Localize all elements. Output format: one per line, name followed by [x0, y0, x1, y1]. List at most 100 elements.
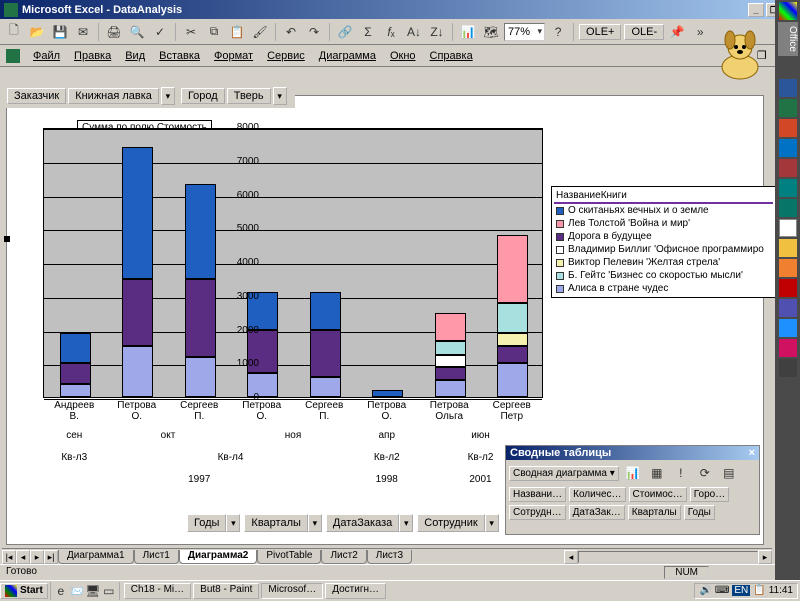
- pivot-settings-icon[interactable]: ▤: [719, 463, 739, 483]
- sort-asc-icon[interactable]: A↓: [404, 22, 424, 42]
- menu-view[interactable]: Вид: [118, 48, 152, 64]
- menu-window[interactable]: Окно: [383, 48, 423, 64]
- outlook-icon[interactable]: [779, 139, 797, 157]
- tray-icon[interactable]: 📋: [753, 585, 765, 596]
- legend-item[interactable]: Виктор Пелевин 'Желтая стрела': [554, 256, 773, 269]
- tools-icon[interactable]: [779, 299, 797, 317]
- new-doc-icon[interactable]: [779, 219, 797, 237]
- zoom-combo[interactable]: 77%: [504, 23, 545, 41]
- filter-years[interactable]: Годы: [187, 514, 226, 532]
- bar-segment[interactable]: [122, 346, 153, 397]
- sort-desc-icon[interactable]: Z↓: [427, 22, 447, 42]
- tray-lang[interactable]: EN: [732, 585, 750, 596]
- link-icon[interactable]: 🔗: [335, 22, 355, 42]
- word-icon[interactable]: [779, 79, 797, 97]
- print-icon[interactable]: 🖨: [104, 22, 124, 42]
- pivot-field[interactable]: Сотрудн…: [509, 505, 566, 520]
- sheet-tab[interactable]: Диаграмма1: [58, 550, 134, 564]
- mail-icon[interactable]: ✉: [73, 22, 93, 42]
- start-button[interactable]: Start: [0, 583, 48, 599]
- bar-segment[interactable]: [435, 313, 466, 342]
- redo-icon[interactable]: ↷: [304, 22, 324, 42]
- photo-icon[interactable]: [779, 259, 797, 277]
- chevron-down-icon[interactable]: ▾: [226, 514, 240, 532]
- bar-segment[interactable]: [372, 390, 403, 397]
- help-icon[interactable]: ?: [548, 22, 568, 42]
- excel-icon[interactable]: [779, 99, 797, 117]
- pivot-field[interactable]: Названи…: [509, 487, 566, 502]
- sheet-tab[interactable]: Лист1: [134, 550, 179, 564]
- new-icon[interactable]: 🗋: [4, 22, 24, 42]
- open-icon[interactable]: 📂: [27, 22, 47, 42]
- tab-nav-next[interactable]: ▸: [30, 550, 44, 564]
- pin-icon[interactable]: 📌: [667, 22, 687, 42]
- menu-help[interactable]: Справка: [423, 48, 480, 64]
- bar-segment[interactable]: [185, 357, 216, 398]
- bar-segment[interactable]: [310, 292, 341, 329]
- save-icon[interactable]: 💾: [50, 22, 70, 42]
- pivot-field[interactable]: Горо…: [690, 487, 729, 502]
- hscrollbar[interactable]: [578, 551, 758, 563]
- pivot-field[interactable]: Стоимос…: [629, 487, 687, 502]
- sheet-tab[interactable]: Лист2: [321, 550, 366, 564]
- bar-segment[interactable]: [497, 333, 528, 347]
- legend-item[interactable]: Владимир Биллиг 'Офисное программиро: [554, 243, 773, 256]
- tray-icon[interactable]: 🔊: [699, 585, 711, 596]
- filter-city-value[interactable]: Тверь: [227, 88, 271, 104]
- filter-orderdate[interactable]: ДатаЗаказа: [326, 514, 399, 532]
- filter-city-label[interactable]: Город: [181, 88, 225, 104]
- binder-icon[interactable]: [779, 279, 797, 297]
- selection-handle[interactable]: [4, 236, 10, 242]
- quick-desktop-icon[interactable]: 🖥: [85, 581, 101, 601]
- minimize-button[interactable]: _: [748, 3, 764, 17]
- sheet-tab[interactable]: Диаграмма2: [179, 550, 257, 564]
- pivot-refresh-icon[interactable]: ⟳: [695, 463, 715, 483]
- taskbar-button[interactable]: Microsof…: [261, 583, 323, 599]
- office-shortcut-bar[interactable]: Office: [775, 0, 800, 580]
- taskbar-button[interactable]: But8 - Paint: [193, 583, 259, 599]
- ole-plus-button[interactable]: OLE+: [579, 24, 621, 40]
- publisher-icon[interactable]: [779, 199, 797, 217]
- menu-chart[interactable]: Диаграмма: [312, 48, 383, 64]
- bar-segment[interactable]: [435, 341, 466, 355]
- legend-item[interactable]: Алиса в стране чудес: [554, 282, 773, 295]
- bar-segment[interactable]: [60, 363, 91, 383]
- chevron-down-icon[interactable]: ▾: [399, 514, 413, 532]
- bar-segment[interactable]: [435, 380, 466, 397]
- bar-segment[interactable]: [122, 147, 153, 279]
- sheet-tab[interactable]: PivotTable: [257, 550, 321, 564]
- menu-file[interactable]: Файл: [26, 48, 67, 64]
- more-icon[interactable]: »: [690, 22, 710, 42]
- spell-icon[interactable]: ✓: [150, 22, 170, 42]
- quick-outlook-icon[interactable]: 📨: [69, 581, 85, 601]
- bar-segment[interactable]: [435, 355, 466, 367]
- pivot-field[interactable]: Годы: [684, 505, 715, 520]
- misc2-icon[interactable]: [779, 359, 797, 377]
- sheet-tab[interactable]: Лист3: [367, 550, 412, 564]
- pivot-field[interactable]: Кварталы: [628, 505, 681, 520]
- menu-tools[interactable]: Сервис: [260, 48, 312, 64]
- bar-segment[interactable]: [185, 279, 216, 357]
- open-doc-icon[interactable]: [779, 239, 797, 257]
- legend[interactable]: НазваниеКниги О скитаньях вечных и о зем…: [551, 186, 776, 298]
- filter-quarters[interactable]: Кварталы: [244, 514, 307, 532]
- office-logo-icon[interactable]: [779, 2, 797, 20]
- pivot-wizard-icon[interactable]: 📊: [623, 463, 643, 483]
- pivot-title[interactable]: Сводные таблицы×: [506, 446, 759, 460]
- pivot-field[interactable]: Количес…: [569, 487, 625, 502]
- ole-minus-button[interactable]: OLE-: [624, 24, 664, 40]
- bar-segment[interactable]: [497, 346, 528, 363]
- bar-segment[interactable]: [497, 363, 528, 397]
- menu-insert[interactable]: Вставка: [152, 48, 207, 64]
- misc-icon[interactable]: [779, 339, 797, 357]
- sum-icon[interactable]: Σ: [358, 22, 378, 42]
- frontpage-icon[interactable]: [779, 179, 797, 197]
- menu-edit[interactable]: Правка: [67, 48, 118, 64]
- bar-segment[interactable]: [185, 184, 216, 279]
- format-painter-icon[interactable]: 🖌: [250, 22, 270, 42]
- pivot-field-icon[interactable]: ▦: [647, 463, 667, 483]
- taskbar-button[interactable]: Достигн…: [325, 583, 386, 599]
- map-icon[interactable]: 🗺: [481, 22, 501, 42]
- pivot-toolbar[interactable]: Сводные таблицы× Сводная диаграмма ▾ 📊 ▦…: [505, 445, 760, 535]
- cut-icon[interactable]: ✂: [181, 22, 201, 42]
